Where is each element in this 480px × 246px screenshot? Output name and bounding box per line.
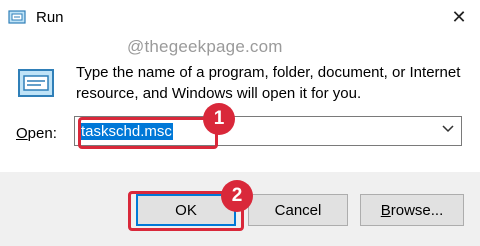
cancel-button[interactable]: Cancel — [248, 194, 348, 226]
run-program-icon — [18, 69, 54, 97]
open-label: Open: — [16, 125, 57, 142]
run-dialog: Run ✕ @thegeekpage.com Type the name of … — [0, 0, 480, 246]
run-app-icon — [8, 10, 26, 24]
description-text: Type the name of a program, folder, docu… — [76, 64, 461, 102]
watermark: @thegeekpage.com — [127, 37, 283, 56]
chevron-down-icon[interactable] — [441, 122, 455, 136]
open-label-rest: pen: — [27, 125, 57, 142]
step1-badge: 1 — [203, 103, 235, 135]
window-title: Run — [36, 9, 64, 26]
browse-accelerator: B — [380, 201, 391, 219]
close-button[interactable]: ✕ — [438, 0, 480, 34]
step1-highlight — [78, 117, 218, 149]
close-icon: ✕ — [451, 6, 467, 27]
step2-badge: 2 — [221, 180, 253, 212]
title-bar[interactable]: Run ✕ — [0, 0, 480, 36]
open-label-accelerator: O — [16, 125, 28, 142]
browse-label-rest: rowse... — [390, 201, 444, 219]
browse-button[interactable]: Browse... — [360, 194, 464, 226]
